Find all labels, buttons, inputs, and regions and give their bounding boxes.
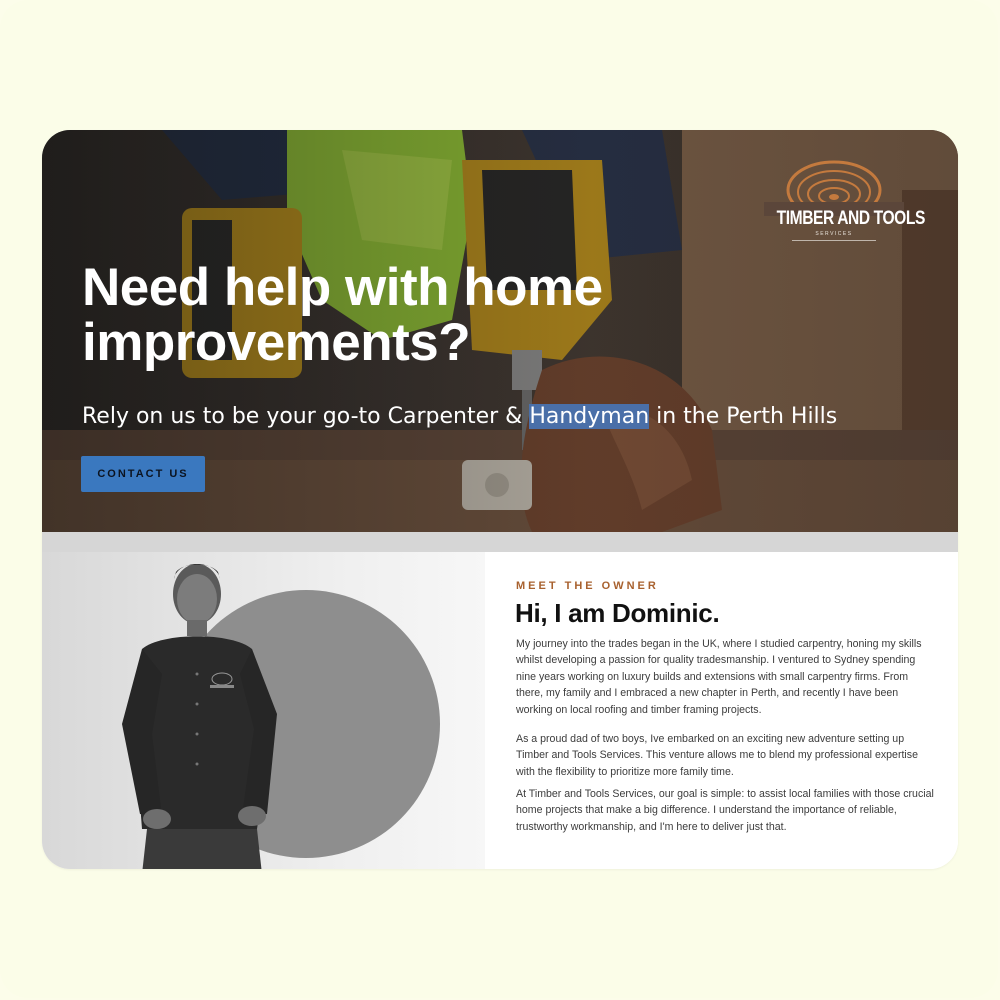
about-paragraph-1: My journey into the trades began in the …: [516, 638, 922, 716]
section-eyebrow: MEET THE OWNER: [516, 580, 659, 592]
hero-title-line2: improvements?: [82, 313, 471, 372]
tree-ring-hammer-logo-icon: [764, 160, 904, 220]
about-paragraph-2: As a proud dad of two boys, Ive embarked…: [516, 733, 918, 778]
owner-heading: Hi, I am Dominic.: [515, 598, 720, 628]
hero-section: TIMBER AND TOOLS SERVICES Need help with…: [42, 130, 958, 532]
hero-subtitle-before: Rely on us to be your go-to Carpenter &: [82, 404, 530, 429]
owner-photo: [42, 552, 485, 869]
hero-subtitle-highlight: Handyman: [529, 404, 650, 429]
contact-us-button[interactable]: CONTACT US: [81, 456, 205, 492]
hero-subtitle: Rely on us to be your go-to Carpenter & …: [82, 402, 942, 432]
owner-portrait: [122, 564, 277, 869]
meet-owner-section: MEET THE OWNER Hi, I am Dominic. My jour…: [485, 552, 958, 869]
hero-title-line1: Need help with home: [82, 258, 603, 317]
logo-subtext: SERVICES: [815, 231, 853, 237]
site-logo[interactable]: TIMBER AND TOOLS SERVICES: [764, 156, 926, 246]
logo-text: TIMBER AND TOOLS: [776, 208, 926, 229]
hero-subtitle-after: in the Perth Hills: [649, 404, 838, 429]
logo-underline: [792, 240, 876, 241]
hero-title: Need help with home improvements?: [82, 260, 722, 370]
website-card: TIMBER AND TOOLS SERVICES Need help with…: [42, 130, 958, 869]
section-divider: [42, 532, 958, 552]
about-paragraph-3: At Timber and Tools Services, our goal i…: [516, 788, 934, 833]
